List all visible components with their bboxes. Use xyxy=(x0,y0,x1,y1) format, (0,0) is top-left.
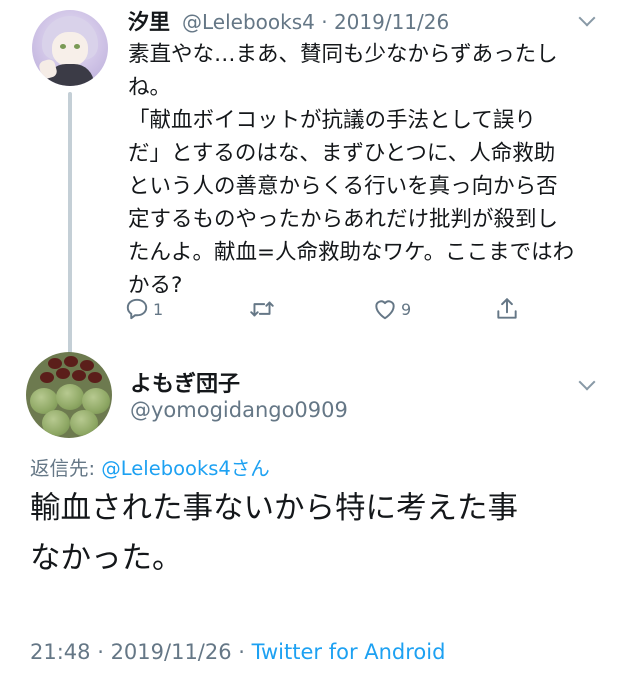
avatar-bean xyxy=(72,370,86,381)
reply-count: 1 xyxy=(153,299,164,319)
avatar-bean xyxy=(40,372,54,383)
avatar-face xyxy=(52,32,88,66)
avatar[interactable] xyxy=(32,10,108,86)
tweet-footer: 21:48 · 2019/11/26 · Twitter for Android xyxy=(30,640,445,664)
reply-prefix: 返信先: xyxy=(30,457,102,480)
reply-icon xyxy=(126,298,148,320)
reply-to-link[interactable]: @Lelebooks4さん xyxy=(101,457,270,480)
separator: · xyxy=(321,10,328,34)
display-name[interactable]: よもぎ団子 xyxy=(130,366,240,398)
avatar-bean xyxy=(56,368,70,379)
retweet-button[interactable] xyxy=(248,296,279,322)
avatar-dango xyxy=(56,384,84,410)
thread-line xyxy=(68,92,72,355)
chevron-down-icon[interactable] xyxy=(578,9,596,27)
display-name[interactable]: 汐里 xyxy=(128,6,170,36)
avatar-dango xyxy=(70,410,98,436)
like-button[interactable]: 9 xyxy=(372,296,411,322)
avatar-eye xyxy=(74,44,80,49)
avatar[interactable] xyxy=(26,352,112,438)
tweet-source-link[interactable]: Twitter for Android xyxy=(252,640,446,664)
heart-icon xyxy=(375,300,395,320)
avatar-dango xyxy=(42,410,70,436)
tweet-text: 素直やな…まあ、賛同も少なからずあったし ね。 「献血ボイコットが抗議の手法とし… xyxy=(128,42,575,298)
avatar-bean xyxy=(64,356,78,367)
like-count: 9 xyxy=(401,299,412,319)
handle[interactable]: @yomogidango0909 xyxy=(130,398,348,422)
tweet-header: 汐里 @Lelebooks4 · 2019/11/26 xyxy=(128,6,449,38)
tweet-date[interactable]: 2019/11/26 xyxy=(334,10,449,34)
separator: · xyxy=(90,640,111,664)
share-icon xyxy=(497,298,517,319)
reply-button[interactable]: 1 xyxy=(124,296,163,322)
tweet-date[interactable]: 2019/11/26 xyxy=(111,640,232,664)
avatar-bean xyxy=(80,360,94,371)
tweet-time[interactable]: 21:48 xyxy=(30,640,91,664)
share-button[interactable] xyxy=(494,296,520,322)
parent-tweet[interactable]: 汐里 @Lelebooks4 · 2019/11/26 素直やな…まあ、賛同も少… xyxy=(0,0,623,345)
separator: · xyxy=(231,640,252,664)
handle[interactable]: @Lelebooks4 xyxy=(182,10,315,34)
avatar-bean xyxy=(88,372,102,383)
reply-context: 返信先: @Lelebooks4さん xyxy=(30,452,270,481)
tweet-actions: 1 9 xyxy=(124,296,524,326)
retweet-icon xyxy=(250,301,274,317)
avatar-eye xyxy=(60,44,66,49)
handle-and-date: @Lelebooks4 · 2019/11/26 xyxy=(182,10,449,34)
chevron-down-icon[interactable] xyxy=(578,373,596,391)
tweet-text: 輸血された事ないから特に考えた事 なかった。 xyxy=(30,491,518,576)
